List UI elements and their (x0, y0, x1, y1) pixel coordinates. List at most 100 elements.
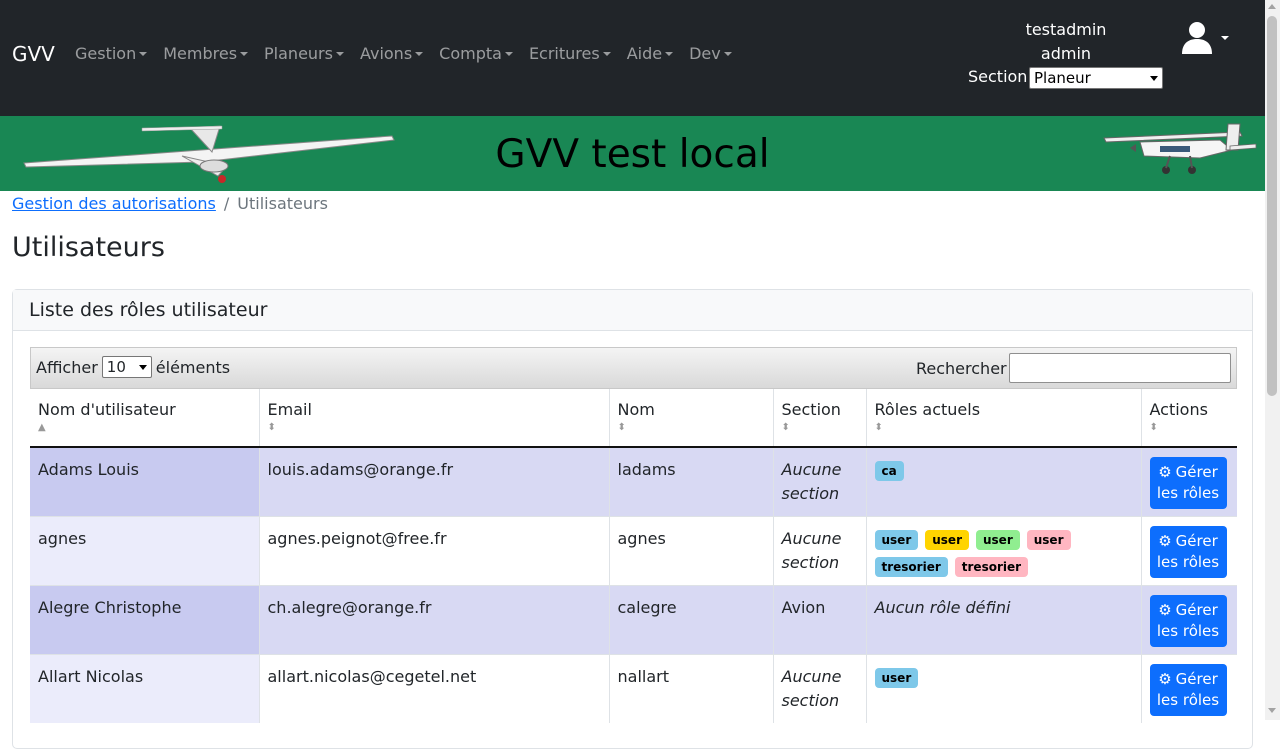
section-line: section (781, 552, 840, 572)
role-badge: tresorier (954, 556, 1029, 577)
scrollbar-thumb[interactable] (1267, 16, 1277, 396)
button-label: les rôles (1156, 690, 1220, 709)
breadcrumb-link-autorisations[interactable]: Gestion des autorisations (12, 194, 216, 213)
menu-planeurs[interactable]: Planeurs (256, 42, 352, 65)
role-badge: user (874, 667, 919, 688)
sort-both-icon: ⬍ (781, 422, 790, 433)
card-header: Liste des rôles utilisateur (13, 290, 1252, 331)
cell-login: agnes (609, 515, 774, 585)
sort-both-icon: ⬍ (267, 422, 276, 433)
section-line: Aucune (781, 666, 842, 686)
menu-label: Avions (359, 44, 413, 63)
menu-gestion[interactable]: Gestion (67, 42, 155, 65)
cell-section: Aucune section (773, 653, 867, 723)
breadcrumb-current: Utilisateurs (237, 194, 328, 213)
menu-label: Aide (626, 44, 663, 63)
column-header-section[interactable]: Section ⬍ (773, 389, 867, 448)
menu-compta[interactable]: Compta (431, 42, 521, 65)
user-menu-toggle[interactable] (1180, 20, 1229, 58)
user-role: admin (1040, 44, 1092, 63)
column-label: Rôles actuels (874, 400, 981, 419)
menu-ecritures[interactable]: Ecritures (521, 42, 619, 65)
cell-roles: ca (866, 446, 1142, 516)
length-prefix: Afficher (36, 357, 98, 377)
user-info: testadmin admin (1010, 18, 1122, 66)
menu-avions[interactable]: Avions (352, 42, 431, 65)
cell-email: agnes.peignot@free.fr (259, 515, 610, 585)
cell-roles: user user user user tresorier tresorier (866, 515, 1142, 585)
manage-roles-button[interactable]: ⚙ Gérer les rôles (1149, 457, 1227, 509)
button-label: Gérer (1175, 600, 1218, 619)
column-header-actions[interactable]: Actions ⬍ (1141, 389, 1237, 448)
page-length-select[interactable]: 10 (101, 356, 152, 378)
cell-email: louis.adams@orange.fr (259, 446, 610, 516)
cell-email: allart.nicolas@cegetel.net (259, 653, 610, 723)
sort-both-icon: ⬍ (617, 422, 626, 433)
gear-icon: ⚙ (1158, 463, 1172, 481)
roles-card: Liste des rôles utilisateur Afficher 10 … (12, 289, 1253, 749)
page-length-value: 10 (106, 358, 126, 376)
column-label: Actions (1149, 400, 1208, 419)
caret-down-icon (139, 51, 148, 56)
button-label: les rôles (1156, 484, 1220, 502)
scroll-down-arrow-icon[interactable] (1268, 708, 1276, 713)
site-banner: GVV test local (0, 116, 1265, 191)
main-menu: Gestion Membres Planeurs Avions Compta E… (67, 42, 740, 65)
table-header-row: Nom d'utilisateur ▲ Email ⬍ Nom ⬍ Section ⬍ … (30, 389, 1237, 448)
table-row: Adams Louis louis.adams@orange.fr ladams… (30, 446, 1237, 516)
role-badge: ca (874, 461, 904, 481)
menu-label: Compta (439, 44, 502, 63)
menu-membres[interactable]: Membres (155, 42, 256, 65)
page-length-control: Afficher 10 éléments (36, 356, 230, 378)
chevron-down-icon (1150, 75, 1158, 81)
caret-down-icon (504, 51, 513, 56)
breadcrumb: Gestion des autorisations / Utilisateurs (12, 194, 328, 213)
search-input[interactable] (1009, 353, 1231, 383)
menu-dev[interactable]: Dev (681, 42, 740, 65)
cell-login: calegre (609, 584, 774, 654)
section-selected-value: Planeur (1034, 69, 1091, 87)
cell-actions: ⚙ Gérer les rôles (1141, 446, 1237, 516)
table-row: agnes agnes.peignot@free.fr agnes Aucune… (30, 515, 1237, 585)
brand-link[interactable]: GVV (12, 42, 55, 66)
section-line: Aucune (781, 460, 842, 479)
caret-down-icon (415, 51, 424, 56)
cell-username: Allart Nicolas (30, 653, 260, 723)
chevron-down-icon (138, 364, 147, 370)
column-header-email[interactable]: Email ⬍ (259, 389, 610, 448)
cell-section: Avion (773, 584, 867, 654)
no-roles-text: Aucun rôle défini (874, 597, 1011, 617)
cell-section: Aucune section (773, 515, 867, 585)
scroll-up-arrow-icon[interactable] (1268, 4, 1276, 9)
user-icon (1182, 22, 1212, 54)
page-title: Utilisateurs (12, 232, 165, 263)
manage-roles-button[interactable]: ⚙ Gérer les rôles (1149, 594, 1227, 647)
section-line: Avion (781, 597, 826, 617)
menu-label: Dev (689, 44, 721, 63)
cell-login: nallart (609, 653, 774, 723)
sort-both-icon: ⬍ (874, 422, 883, 433)
role-badge: user (874, 529, 919, 550)
column-header-nom[interactable]: Nom ⬍ (609, 389, 774, 448)
manage-roles-button[interactable]: ⚙ Gérer les rôles (1149, 525, 1227, 578)
caret-down-icon (665, 51, 674, 56)
page-scrollbar[interactable] (1265, 0, 1280, 720)
button-label: les rôles (1156, 552, 1220, 571)
menu-aide[interactable]: Aide (619, 42, 681, 65)
cell-section: Aucune section (773, 446, 867, 516)
cell-actions: ⚙ Gérer les rôles (1141, 515, 1237, 585)
role-badge: user (925, 529, 969, 550)
breadcrumb-separator: / (223, 194, 230, 213)
button-label: Gérer (1175, 463, 1218, 481)
caret-down-icon (1221, 36, 1229, 40)
column-header-username[interactable]: Nom d'utilisateur ▲ (30, 389, 260, 448)
column-header-roles[interactable]: Rôles actuels ⬍ (866, 389, 1142, 448)
section-label: Section: (968, 67, 1033, 86)
manage-roles-button[interactable]: ⚙ Gérer les rôles (1149, 663, 1227, 716)
gear-icon: ⚙ (1158, 669, 1172, 688)
column-label: Nom d'utilisateur (38, 400, 176, 419)
gear-icon: ⚙ (1158, 531, 1172, 550)
section-select[interactable]: Planeur (1029, 67, 1163, 89)
table-toolbar: Afficher 10 éléments Rechercher : (30, 347, 1237, 389)
search-label: Rechercher : (916, 359, 1018, 378)
